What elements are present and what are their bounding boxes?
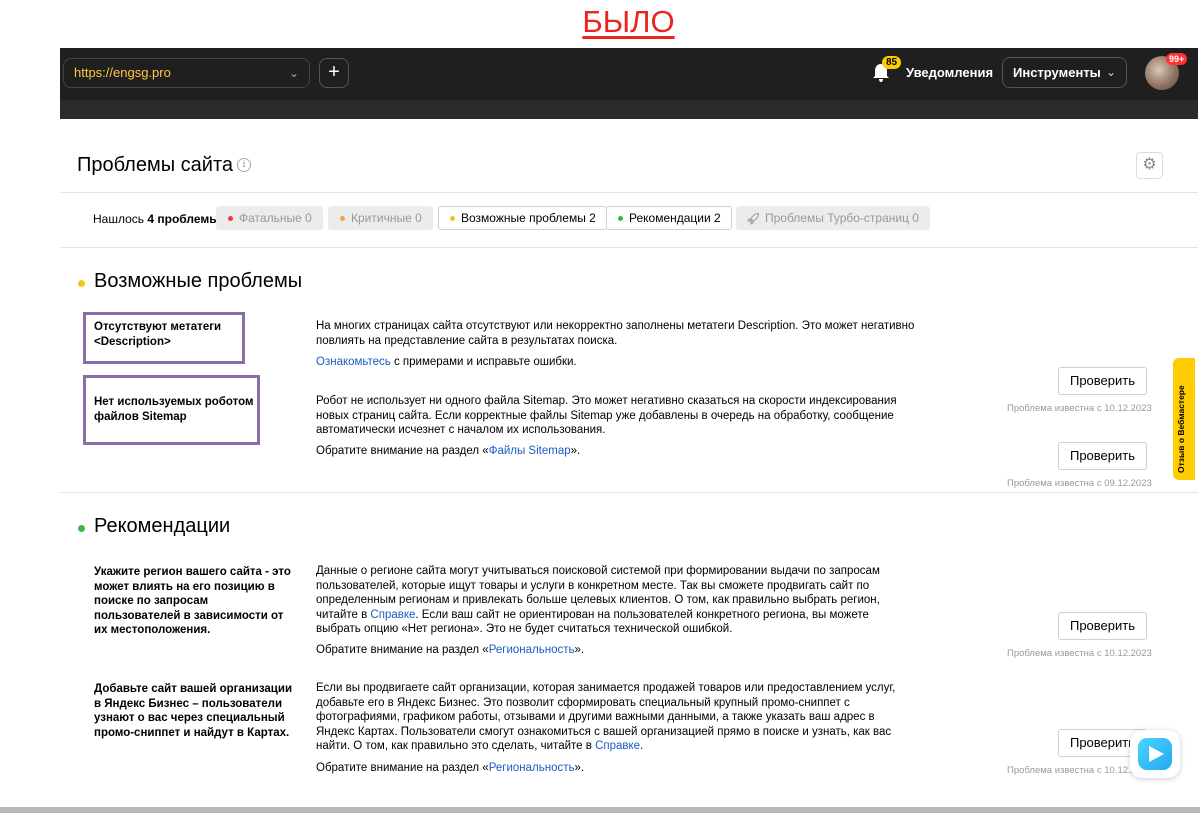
description-text: . [640,740,644,753]
filter-possible[interactable]: Возможные проблемы 2 [438,206,607,230]
note-text: с примерами и исправьте ошибки. [390,356,577,368]
tools-label: Инструменты [1013,65,1101,80]
note-text: ». [574,762,585,774]
notifications-label: Уведомления [906,65,994,80]
sitemap-link[interactable]: Файлы Sitemap [489,445,571,457]
note-text: ». [574,644,585,656]
divider [60,192,1198,193]
sub-bar [60,100,1198,119]
filter-label: Проблемы Турбо-страниц 0 [765,211,919,225]
fatal-dot-icon [228,216,233,221]
found-prefix: Нашлось [93,212,145,226]
note-text: ». [570,445,581,457]
known-since: Проблема известна с 10.12.2023 [1007,403,1152,414]
found-count: 4 проблемы [147,212,220,226]
filter-label: Фатальные 0 [239,211,312,225]
filter-recommendations[interactable]: Рекомендации 2 [606,206,732,230]
item-note: Обратите внимание на раздел «Регионально… [316,644,584,656]
filter-turbo[interactable]: Проблемы Турбо-страниц 0 [736,206,930,230]
item-description: Если вы продвигаете сайт организации, ко… [316,681,916,754]
item-description: На многих страницах сайта отсутствуют ил… [316,320,915,347]
known-since: Проблема известна с 09.12.2023 [1007,478,1152,489]
site-selector[interactable]: https://engsg.pro ⌄ [63,58,310,88]
top-bar: https://engsg.pro ⌄ + 85 Уведомления Инс… [60,48,1198,100]
item-note: Обратите внимание на раздел «Файлы Sitem… [316,445,580,457]
rocket-icon [747,212,760,225]
filter-fatal[interactable]: Фатальные 0 [216,206,323,230]
item-title: Добавьте сайт вашей организации в Яндекс… [94,683,293,739]
divider [60,247,1198,248]
note-text: Обратите внимание на раздел « [316,644,489,656]
item-description: Данные о регионе сайта могут учитываться… [316,564,906,637]
feedback-label: Отзыв о Вебмастере [1176,385,1186,473]
divider [60,492,1198,493]
site-url: https://engsg.pro [74,65,171,80]
chat-play-icon [1138,738,1172,770]
section-title-recommendations: Рекомендации [94,515,231,537]
tools-dropdown[interactable]: Инструменты ⌄ [1002,57,1127,88]
item-note: Обратите внимание на раздел «Регионально… [316,762,584,774]
note-text: Обратите внимание на раздел « [316,445,489,457]
check-button[interactable]: Проверить [1058,612,1147,640]
examples-link[interactable]: Ознакомьтесь [316,356,391,368]
chevron-down-icon: ⌄ [288,66,299,80]
avatar-badge: 99+ [1166,53,1188,65]
add-site-button[interactable]: + [319,58,349,88]
chat-button[interactable] [1130,730,1180,778]
notification-count-badge: 85 [882,56,902,69]
highlight-frame [83,375,260,445]
check-button[interactable]: Проверить [1058,442,1147,470]
known-since: Проблема известна с 10.12.2023 [1007,648,1152,659]
note-text: Обратите внимание на раздел « [316,762,489,774]
filter-label: Возможные проблемы 2 [461,211,596,225]
help-link[interactable]: Справке [370,609,415,621]
possible-dot-icon [450,216,455,221]
slide-title: БЫЛО [582,4,675,39]
check-button[interactable]: Проверить [1058,367,1147,395]
item-description: Робот не использует ни одного файла Site… [316,395,897,437]
regionality-link[interactable]: Региональность [489,644,575,656]
filter-label: Рекомендации 2 [629,211,721,225]
gear-icon[interactable]: ⚙ [1136,152,1163,179]
info-icon[interactable]: i [237,158,251,172]
filter-label: Критичные 0 [351,211,422,225]
found-summary: Нашлось 4 проблемы [93,212,220,226]
problems-page: Проблемы сайта i ⚙ Нашлось 4 проблемы Фа… [60,119,1198,813]
regionality-link[interactable]: Региональность [489,762,575,774]
critical-dot-icon [340,216,345,221]
recommendations-dot-icon [618,216,623,221]
item-title: Укажите регион вашего сайта - это может … [94,566,291,636]
scrollbar[interactable] [0,807,1200,813]
feedback-tab[interactable]: Отзыв о Вебмастере [1173,358,1195,480]
chevron-down-icon: ⌄ [1105,65,1116,79]
item-note: Ознакомьтесь с примерами и исправьте оши… [316,356,577,368]
filter-critical[interactable]: Критичные 0 [328,206,433,230]
page-title: Проблемы сайта [77,154,234,176]
highlight-frame [83,312,245,364]
section-title-possible: Возможные проблемы [94,270,303,292]
help-link[interactable]: Справке [595,740,640,752]
section-dot-icon [78,525,85,532]
section-dot-icon [78,280,85,287]
